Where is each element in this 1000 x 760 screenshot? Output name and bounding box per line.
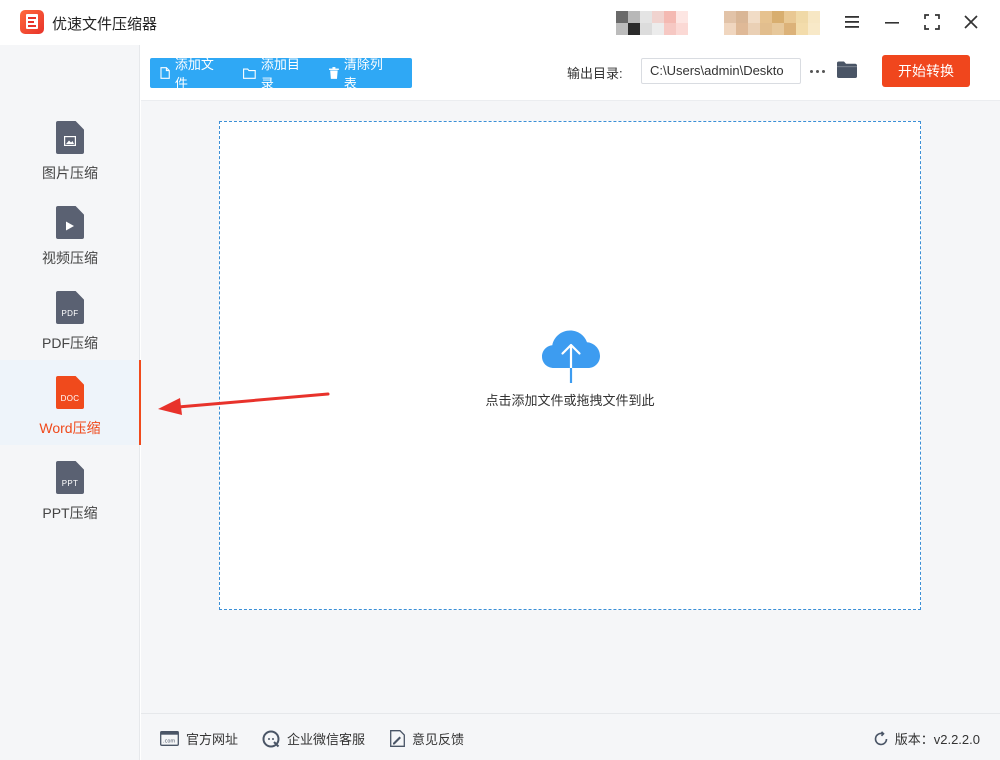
- chat-icon: [262, 730, 280, 747]
- minimize-icon[interactable]: [879, 9, 905, 35]
- file-type-tag: PPT: [61, 479, 79, 488]
- image-file-icon: [56, 121, 84, 154]
- refresh-icon: [874, 730, 888, 745]
- wechat-service-link[interactable]: 企业微信客服: [262, 729, 365, 748]
- sidebar-item-label: PPT压缩: [42, 505, 98, 521]
- add-folder-button[interactable]: 添加目录: [243, 54, 312, 92]
- cloud-upload-icon: [542, 330, 600, 383]
- sidebar-item-word[interactable]: DOC Word压缩: [0, 360, 141, 445]
- wechat-label: 企业微信客服: [287, 732, 366, 747]
- clear-list-button[interactable]: 清除列表: [328, 54, 395, 92]
- sidebar-item-label: 图片压缩: [42, 165, 98, 181]
- output-dir-label: 输出目录:: [567, 66, 623, 81]
- sidebar-item-label: Word压缩: [39, 420, 101, 436]
- doc-file-icon: DOC: [56, 376, 84, 409]
- folder-icon: [243, 68, 256, 79]
- ppt-file-icon: PPT: [56, 461, 84, 494]
- pdf-file-icon: PDF: [56, 291, 84, 324]
- file-type-tag: PDF: [61, 309, 79, 318]
- svg-text:.com: .com: [163, 739, 175, 745]
- version-label: 版本：v2.2.2.0: [894, 732, 980, 747]
- version-info[interactable]: 版本：v2.2.2.0: [873, 729, 980, 748]
- close-icon[interactable]: [958, 9, 984, 35]
- annotation-arrow-icon: [158, 392, 330, 415]
- video-file-icon: [56, 206, 84, 239]
- user-avatar[interactable]: [616, 11, 700, 35]
- trash-icon: [328, 67, 339, 79]
- official-website-link[interactable]: .com 官方网址: [160, 729, 238, 748]
- feedback-link[interactable]: 意见反馈: [390, 729, 464, 748]
- file-dropzone[interactable]: 点击添加文件或拖拽文件到此: [219, 121, 921, 610]
- file-icon: [160, 67, 170, 79]
- sidebar-item-image[interactable]: 图片压缩: [0, 105, 140, 190]
- feedback-icon: [390, 730, 405, 747]
- menu-icon[interactable]: [839, 9, 865, 35]
- file-toolbar: 添加文件 添加目录 清除列表: [150, 57, 412, 91]
- title-bar: 优速文件压缩器: [0, 0, 1000, 45]
- app-logo-icon: [20, 10, 44, 34]
- footer-bar: .com 官方网址 企业微信客服 意见反馈 版本：v2.2.2.0: [141, 713, 1000, 760]
- clear-list-label: 清除列表: [343, 57, 383, 91]
- sidebar: 图片压缩 视频压缩 PDF PDF压缩 DOC Word压缩 PPT PPT压缩: [0, 45, 141, 760]
- sidebar-item-label: PDF压缩: [42, 335, 98, 351]
- sidebar-item-video[interactable]: 视频压缩: [0, 190, 140, 275]
- add-file-label: 添加文件: [174, 57, 214, 91]
- website-icon: .com: [160, 731, 179, 746]
- sidebar-item-pdf[interactable]: PDF PDF压缩: [0, 275, 140, 360]
- app-title: 优速文件压缩器: [52, 16, 158, 33]
- file-type-tag: DOC: [60, 394, 80, 403]
- sidebar-item-label: 视频压缩: [42, 250, 98, 266]
- maximize-icon[interactable]: [919, 9, 945, 35]
- website-label: 官方网址: [186, 732, 239, 747]
- start-convert-button[interactable]: 开始转换: [882, 55, 970, 87]
- sidebar-item-ppt[interactable]: PPT PPT压缩: [0, 445, 140, 530]
- more-options-icon[interactable]: [806, 60, 828, 82]
- user-name[interactable]: [724, 11, 820, 35]
- feedback-label: 意见反馈: [412, 732, 465, 747]
- add-file-button[interactable]: 添加文件: [160, 54, 226, 92]
- output-dir-field[interactable]: C:\Users\admin\Deskto: [641, 58, 801, 84]
- add-folder-label: 添加目录: [260, 57, 300, 91]
- open-folder-icon[interactable]: [836, 60, 858, 82]
